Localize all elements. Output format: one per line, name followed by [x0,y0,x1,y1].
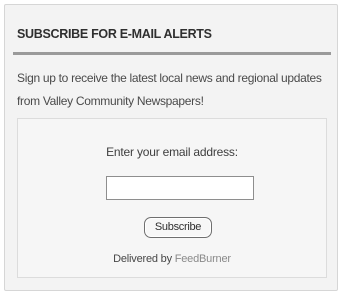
delivered-by-label: Delivered by [113,253,172,265]
subscribe-button[interactable]: Subscribe [144,217,212,238]
widget-title: SUBSCRIBE FOR E-MAIL ALERTS [17,27,212,41]
feedburner-link[interactable]: FeedBurner [175,253,231,265]
email-label: Enter your email address: [106,145,238,159]
email-field[interactable] [106,176,254,200]
delivered-by-text: Delivered by FeedBurner [18,253,326,265]
intro-text: Sign up to receive the latest local news… [17,71,322,108]
subscribe-form: Enter your email address: Subscribe Deli… [17,118,327,278]
title-divider [13,52,331,55]
subscribe-widget: SUBSCRIBE FOR E-MAIL ALERTS Sign up to r… [4,4,338,291]
